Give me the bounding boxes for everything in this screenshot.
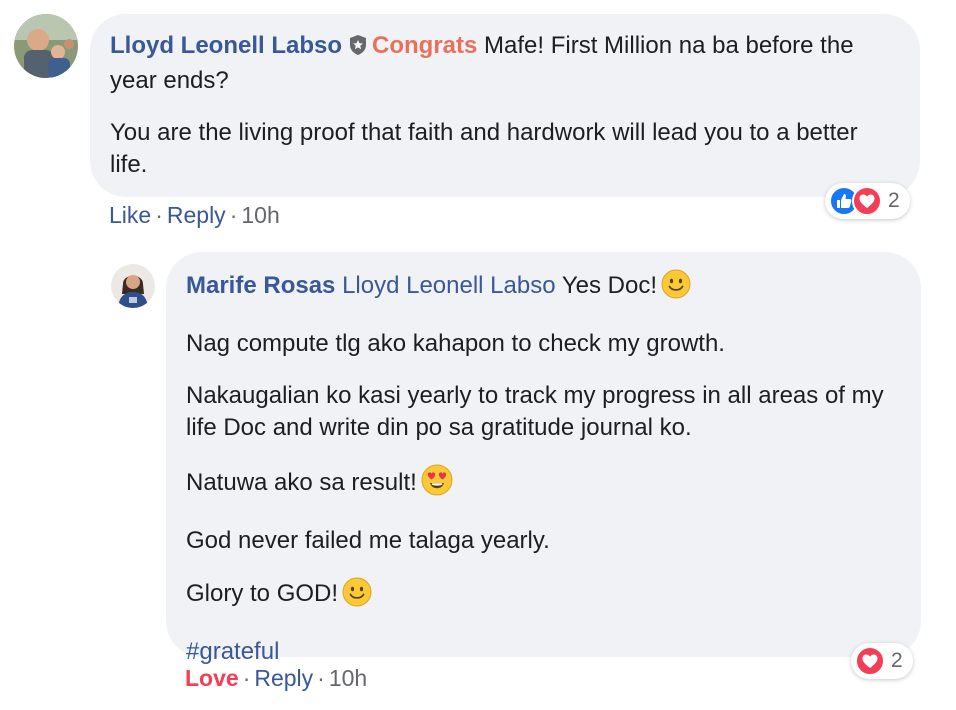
avatar[interactable] [14, 14, 78, 78]
separator: · [242, 665, 251, 691]
reply-paragraph: Glory to GOD! [186, 580, 339, 607]
smile-emoji-icon [661, 269, 691, 308]
reply-avatar[interactable] [111, 264, 155, 308]
separator: · [229, 202, 238, 228]
reply-avatar-photo [111, 264, 155, 308]
reply-paragraph: Nakaugalian ko kasi yearly to track my p… [186, 382, 884, 441]
comment-bubble: Lloyd Leonell Labso Congrats Mafe! First … [90, 14, 920, 197]
reply-bubble: Marife Rosas Lloyd Leonell Labso Yes Doc… [166, 252, 921, 665]
smile-emoji-icon [342, 577, 372, 616]
love-icon [855, 646, 885, 676]
avatar-photo [14, 14, 78, 78]
timestamp[interactable]: 10h [329, 665, 367, 691]
comment-actions: Like · Reply · 10h [109, 201, 280, 229]
congrats-text: Congrats [372, 32, 478, 59]
separator: · [317, 665, 325, 691]
reply-button[interactable]: Reply [254, 665, 313, 691]
love-icon [852, 186, 882, 216]
reply-paragraph: Nag compute tlg ako kahapon to check my … [186, 330, 725, 357]
reaction-count: 2 [888, 189, 900, 212]
reaction-count: 2 [891, 649, 903, 672]
comment-reactions[interactable]: 2 [825, 183, 910, 219]
reply-actions: Love · Reply · 10h [185, 664, 367, 692]
comment-text-paragraph: You are the living proof that faith and … [110, 119, 858, 178]
reply-author[interactable]: Marife Rosas [186, 272, 335, 299]
reply-text-line1: Yes Doc! [555, 272, 657, 299]
reply-paragraph: God never failed me talaga yearly. [186, 527, 550, 554]
reply-button[interactable]: Reply [167, 202, 226, 228]
comment-author[interactable]: Lloyd Leonell Labso [110, 32, 342, 59]
hashtag-link[interactable]: #grateful [186, 638, 279, 665]
reply-paragraph: Natuwa ako sa result! [186, 469, 417, 496]
timestamp[interactable]: 10h [241, 202, 279, 228]
comment-thread: Lloyd Leonell Labso Congrats Mafe! First … [0, 0, 956, 710]
love-reaction-button[interactable]: Love [185, 665, 239, 691]
reply-reactions[interactable]: 2 [851, 643, 913, 679]
heart-eyes-emoji-icon [421, 464, 453, 505]
like-button[interactable]: Like [109, 202, 151, 228]
top-fan-shield-icon [348, 33, 368, 65]
mention-link[interactable]: Lloyd Leonell Labso [342, 272, 556, 299]
separator: · [155, 202, 163, 228]
